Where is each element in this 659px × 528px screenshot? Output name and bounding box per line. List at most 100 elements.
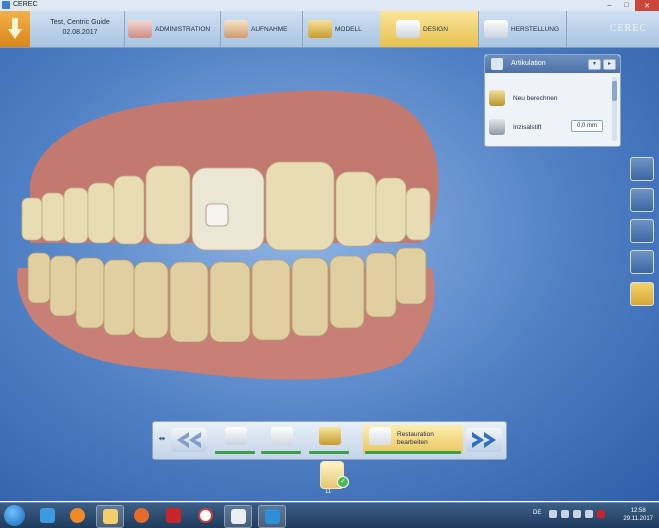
tray-icon[interactable] bbox=[585, 510, 594, 518]
tray-icon[interactable] bbox=[561, 510, 570, 518]
design-step-bar: ⇹ Restauration bearbeiten bbox=[152, 421, 507, 460]
double-right-arrow-icon bbox=[472, 432, 496, 448]
incisal-pin-value[interactable]: 0,0 mm bbox=[571, 120, 603, 132]
layers-button[interactable] bbox=[630, 250, 654, 274]
start-button[interactable] bbox=[4, 505, 25, 526]
nav-step-label: HERSTELLUNG bbox=[511, 25, 560, 33]
scrollbar-thumb[interactable] bbox=[612, 81, 617, 101]
recalculate-button[interactable]: Neu berechnen bbox=[489, 88, 609, 108]
patient-date: 02.08.2017 bbox=[62, 29, 98, 36]
nav-step-design[interactable]: DESIGN bbox=[380, 11, 478, 47]
panel-title: Artikulation bbox=[511, 60, 546, 67]
folder-icon bbox=[102, 509, 118, 524]
media-player-icon bbox=[69, 508, 85, 523]
clock[interactable]: 12:58 29.11.2017 bbox=[623, 507, 653, 523]
crown-design-icon bbox=[396, 20, 420, 38]
insertion-axis-icon bbox=[319, 427, 341, 445]
restoration-highlight bbox=[205, 203, 229, 227]
tooth bbox=[405, 187, 431, 241]
tooth bbox=[395, 247, 427, 305]
taskbar-shield-app[interactable] bbox=[160, 505, 186, 526]
step-insertion-axis[interactable] bbox=[307, 425, 351, 454]
step-model-axis[interactable] bbox=[213, 425, 257, 454]
internet-explorer-icon bbox=[39, 508, 55, 523]
nav-step-administration[interactable]: ADMINISTRATION bbox=[128, 11, 220, 47]
scan-icon bbox=[224, 20, 248, 38]
nav-step-modell[interactable]: MODELL bbox=[308, 11, 378, 47]
taskbar-cerec[interactable] bbox=[224, 505, 252, 528]
check-icon: ✓ bbox=[337, 476, 349, 488]
tooth bbox=[209, 261, 251, 343]
cerec-logo: CEREC bbox=[609, 23, 647, 34]
milling-icon bbox=[484, 20, 508, 38]
panel-collapse-button[interactable]: ▾ bbox=[588, 59, 601, 70]
panel-scrollbar[interactable] bbox=[612, 77, 617, 141]
tooth-number: 11 bbox=[325, 489, 332, 495]
tooth bbox=[375, 177, 407, 243]
nav-step-label: MODELL bbox=[335, 25, 362, 33]
nav-step-label: DESIGN bbox=[423, 25, 448, 33]
previous-step-button[interactable] bbox=[171, 428, 207, 452]
taskbar-explorer[interactable] bbox=[96, 505, 124, 528]
nav-separator bbox=[566, 11, 567, 47]
step-edit-restoration[interactable]: Restauration bearbeiten bbox=[363, 425, 463, 454]
tooth bbox=[21, 197, 43, 241]
a-app-icon bbox=[197, 508, 213, 523]
nav-step-label: AUFNAHME bbox=[251, 25, 288, 33]
tray-icon[interactable] bbox=[549, 510, 558, 518]
nav-separator bbox=[124, 11, 125, 47]
double-left-arrow-icon bbox=[177, 432, 201, 448]
maximize-button[interactable]: □ bbox=[618, 0, 635, 11]
tooth bbox=[329, 255, 365, 329]
clock-time: 12:58 bbox=[630, 508, 646, 514]
step-progress-bar bbox=[309, 451, 349, 454]
taskbar-firefox[interactable] bbox=[128, 505, 154, 526]
tooth bbox=[75, 257, 105, 329]
tooth bbox=[27, 252, 51, 304]
nav-separator bbox=[478, 11, 479, 47]
minimize-button[interactable]: – bbox=[601, 0, 618, 11]
incisal-pin-icon bbox=[489, 119, 505, 135]
crown-icon bbox=[369, 427, 391, 445]
recalculate-icon bbox=[489, 90, 505, 106]
taskbar-a-app[interactable] bbox=[192, 505, 218, 526]
taskbar-s-app[interactable] bbox=[258, 505, 286, 528]
rotate-view-button[interactable] bbox=[630, 188, 654, 212]
tooth bbox=[145, 165, 191, 245]
articulation-tool-button[interactable] bbox=[630, 282, 654, 306]
tray-icon[interactable] bbox=[573, 510, 582, 518]
taskbar-ie[interactable] bbox=[34, 505, 60, 526]
next-step-button[interactable] bbox=[466, 428, 502, 452]
tooth bbox=[335, 171, 377, 247]
window-title: CEREC bbox=[13, 1, 38, 8]
tooth bbox=[291, 257, 329, 337]
home-button[interactable] bbox=[0, 11, 30, 47]
nav-step-herstellung[interactable]: HERSTELLUNG bbox=[484, 11, 566, 47]
down-arrow-icon bbox=[8, 18, 22, 39]
tooth bbox=[133, 261, 169, 339]
nav-step-aufnahme[interactable]: AUFNAHME bbox=[224, 11, 302, 47]
clock-date: 29.11.2017 bbox=[623, 516, 653, 522]
tooth bbox=[41, 192, 65, 242]
patient-info: Test, Centric Guide 02.08.2017 bbox=[40, 18, 120, 38]
panel-pin-button[interactable]: ▸ bbox=[603, 59, 616, 70]
step-margin[interactable] bbox=[259, 425, 303, 454]
close-button[interactable]: ✕ bbox=[635, 0, 659, 11]
artikulation-panel: Artikulation ▾ ▸ Neu berechnen Inzisalst… bbox=[484, 54, 621, 147]
cerec-icon bbox=[230, 509, 246, 524]
nav-step-label: ADMINISTRATION bbox=[155, 25, 211, 33]
pin-icon[interactable]: ⇹ bbox=[155, 434, 169, 446]
view-cube-button[interactable] bbox=[630, 157, 654, 181]
tooth bbox=[265, 161, 335, 251]
taskbar: DE 12:58 29.11.2017 bbox=[0, 502, 659, 528]
recalculate-label: Neu berechnen bbox=[513, 94, 558, 102]
margin-icon bbox=[271, 427, 293, 445]
tools-button[interactable] bbox=[630, 219, 654, 243]
panel-header: Artikulation ▾ ▸ bbox=[485, 55, 620, 73]
taskbar-media-player[interactable] bbox=[64, 505, 90, 526]
window-controls: – □ ✕ bbox=[601, 0, 659, 11]
language-indicator[interactable]: DE bbox=[533, 510, 541, 518]
tooth bbox=[49, 255, 77, 317]
tray-icon[interactable] bbox=[597, 510, 606, 518]
step-progress-bar bbox=[365, 451, 461, 454]
